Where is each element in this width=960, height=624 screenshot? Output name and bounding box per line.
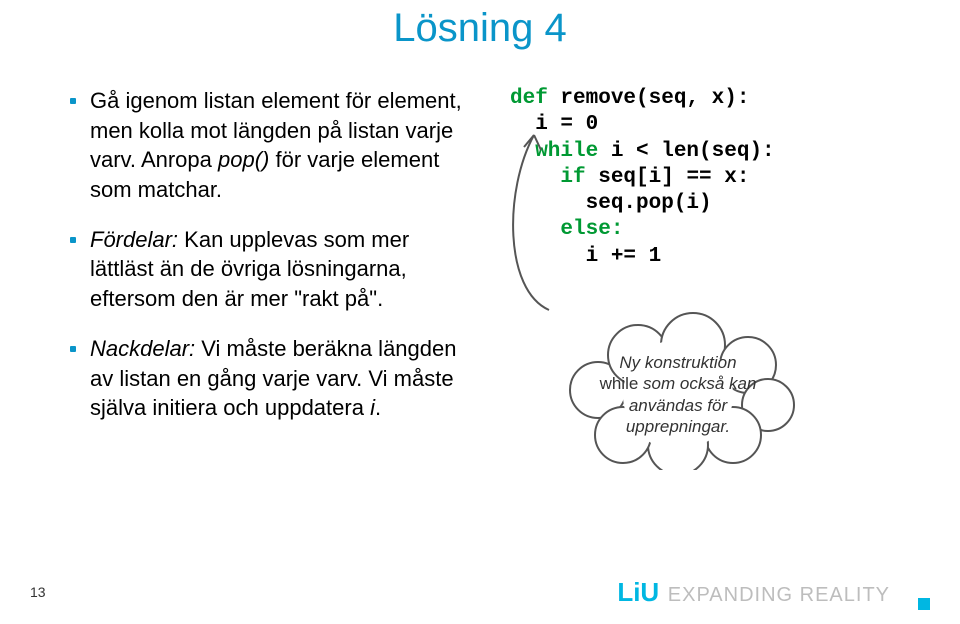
list-item: Nackdelar: Vi måste beräkna längden av l… [70, 334, 470, 423]
bullet-text: Fördelar: Kan upplevas som mer lättläst … [90, 225, 470, 314]
bullet-text: Gå igenom listan element för element, me… [90, 86, 470, 205]
list-item: Gå igenom listan element för element, me… [70, 86, 470, 205]
bullet-text: Nackdelar: Vi måste beräkna längden av l… [90, 334, 470, 423]
bullet-icon [70, 346, 76, 352]
bullet-icon [70, 237, 76, 243]
page-title: Lösning 4 [0, 6, 960, 51]
bullet-icon [70, 98, 76, 104]
footer-logo: LiU EXPANDING REALITY [617, 577, 890, 608]
bullet-list: Gå igenom listan element för element, me… [70, 86, 470, 443]
page-number: 13 [30, 584, 46, 600]
cloud-callout: Ny konstruktion while som också kan anvä… [548, 290, 808, 470]
corner-marker [918, 598, 930, 610]
list-item: Fördelar: Kan upplevas som mer lättläst … [70, 225, 470, 314]
cloud-text: Ny konstruktion while som också kan anvä… [578, 352, 778, 437]
